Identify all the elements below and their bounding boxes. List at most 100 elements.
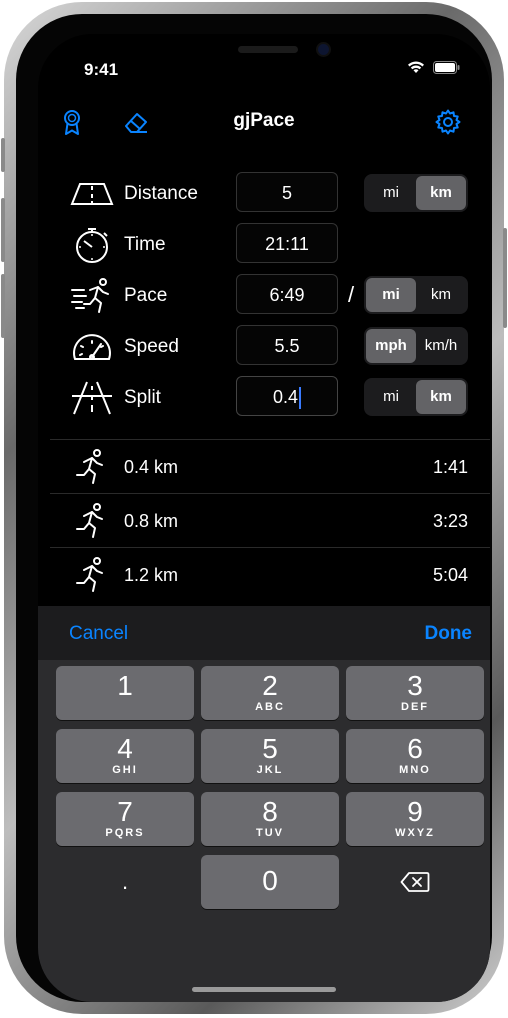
- key-digit: 2: [262, 670, 278, 701]
- speedometer-icon: [73, 334, 111, 360]
- screen: 9:41 gjPace Distance 5 mi km Time 21:11 …: [38, 34, 490, 1002]
- key-3[interactable]: 3 DEF: [346, 666, 484, 720]
- text-cursor: [299, 387, 302, 410]
- phone-frame: 9:41 gjPace Distance 5 mi km Time 21:11 …: [1, 2, 507, 1014]
- done-button[interactable]: Done: [425, 623, 473, 645]
- split-input[interactable]: 0.4: [236, 376, 338, 416]
- status-icons: [407, 60, 460, 74]
- speed-input[interactable]: 5.5: [236, 325, 338, 365]
- runner-icon: [76, 503, 103, 538]
- key-digit: 6: [407, 733, 423, 764]
- key-digit: 0: [262, 865, 278, 896]
- navigation-bar: gjPace: [38, 94, 490, 148]
- key-7[interactable]: 7 PQRS: [56, 792, 194, 846]
- number-pad: 1 2 ABC 3 DEF 4 GHI 5 JKL 6 MNO 7 PQRS 8 TUV 9W…: [38, 660, 490, 1002]
- split-time: 3:23: [432, 511, 468, 531]
- speaker-grill: [238, 46, 298, 53]
- key-digit: 1: [117, 670, 133, 701]
- highway-icon: [72, 381, 112, 415]
- pace-separator: /: [348, 282, 355, 307]
- status-time: 9:41: [84, 60, 119, 79]
- key-decimal[interactable]: .: [56, 855, 194, 909]
- split-time: 5:04: [432, 565, 468, 585]
- pace-unit-km[interactable]: km: [416, 278, 466, 312]
- pace-input[interactable]: 6:49: [236, 274, 338, 314]
- key-letters: TUV: [256, 827, 284, 839]
- key-digit: 3: [407, 670, 423, 701]
- speed-unit-mph[interactable]: mph: [366, 329, 416, 363]
- distance-input[interactable]: 5: [236, 172, 338, 212]
- distance-unit-km[interactable]: km: [416, 176, 466, 210]
- volume-down-button: [1, 274, 5, 338]
- time-input[interactable]: 21:11: [236, 223, 338, 263]
- split-unit-mi[interactable]: mi: [366, 380, 416, 414]
- wifi-icon: [408, 61, 424, 73]
- split-unit-segmented: mi km: [364, 378, 468, 416]
- key-digit: 8: [262, 796, 278, 827]
- cancel-button[interactable]: Cancel: [69, 623, 128, 645]
- runner-icon: [76, 557, 103, 592]
- notch: [138, 34, 390, 72]
- road-icon: [70, 183, 114, 205]
- speed-unit-kmh[interactable]: km/h: [416, 329, 466, 363]
- bezel: 9:41 gjPace Distance 5 mi km Time 21:11 …: [16, 14, 492, 1002]
- split-input-value: 0.4: [272, 387, 299, 407]
- split-time: 1:41: [432, 457, 468, 477]
- key-digit: 4: [117, 733, 133, 764]
- gear-icon[interactable]: [434, 108, 462, 136]
- split-distance: 1.2 km: [124, 565, 179, 585]
- key-0[interactable]: 0: [201, 855, 339, 909]
- key-letters: DEF: [401, 701, 429, 713]
- speed-row: Speed 5.5 mph km/h: [50, 325, 490, 369]
- time-label: Time: [124, 234, 166, 255]
- key-digit: 7: [117, 796, 133, 827]
- key-6[interactable]: 6 MNO: [346, 729, 484, 783]
- front-camera: [318, 44, 329, 55]
- split-unit-km[interactable]: km: [416, 380, 466, 414]
- key-letters: PQRS: [105, 827, 145, 839]
- key-delete[interactable]: [346, 855, 484, 909]
- splits-list: 0.4 km 1:41 0.8 km 3:23 1.2 km 5:04: [50, 439, 490, 604]
- key-8[interactable]: 8 TUV: [201, 792, 339, 846]
- key-5[interactable]: 5 JKL: [201, 729, 339, 783]
- pace-calculator-form: Distance 5 mi km Time 21:11 Pace 6:49 / …: [50, 152, 490, 438]
- pace-unit-segmented: mi km: [364, 276, 468, 314]
- key-letters: ABC: [255, 701, 285, 713]
- home-indicator[interactable]: [192, 987, 336, 992]
- key-1[interactable]: 1: [56, 666, 194, 720]
- key-digit: 9: [407, 796, 423, 827]
- split-distance: 0.8 km: [124, 511, 179, 531]
- speed-label: Speed: [124, 336, 179, 357]
- key-letters: MNO: [399, 764, 431, 776]
- volume-up-button: [1, 198, 5, 262]
- distance-row: Distance 5 mi km: [50, 172, 490, 216]
- stopwatch-icon: [76, 228, 108, 263]
- distance-unit-segmented: mi km: [364, 174, 468, 212]
- key-digit: .: [121, 869, 129, 894]
- key-letters: GHI: [112, 764, 138, 776]
- keyboard-toolbar: Cancel Done: [38, 606, 490, 660]
- split-row: Split 0.4 mi km: [50, 376, 490, 420]
- mute-switch: [1, 138, 5, 172]
- runner-speed-icon: [71, 278, 109, 313]
- distance-label: Distance: [124, 183, 198, 204]
- delete-backspace-icon: [400, 872, 430, 892]
- key-9[interactable]: 9 WXYZ: [346, 792, 484, 846]
- split-label: Split: [124, 387, 161, 408]
- key-letters: JKL: [256, 764, 284, 776]
- battery-icon: [433, 60, 460, 74]
- key-letters: WXYZ: [395, 827, 435, 839]
- pace-label: Pace: [124, 285, 168, 306]
- pace-row: Pace 6:49 / mi km: [50, 274, 490, 318]
- key-2[interactable]: 2 ABC: [201, 666, 339, 720]
- runner-icon: [76, 449, 103, 484]
- key-4[interactable]: 4 GHI: [56, 729, 194, 783]
- key-digit: 5: [262, 733, 278, 764]
- list-item[interactable]: 0.4 km 1:41: [50, 439, 490, 494]
- time-row: Time 21:11: [50, 223, 490, 267]
- split-distance: 0.4 km: [124, 457, 179, 477]
- pace-unit-mi[interactable]: mi: [366, 278, 416, 312]
- distance-unit-mi[interactable]: mi: [366, 176, 416, 210]
- list-item[interactable]: 1.2 km 5:04: [50, 547, 490, 602]
- list-item[interactable]: 0.8 km 3:23: [50, 493, 490, 548]
